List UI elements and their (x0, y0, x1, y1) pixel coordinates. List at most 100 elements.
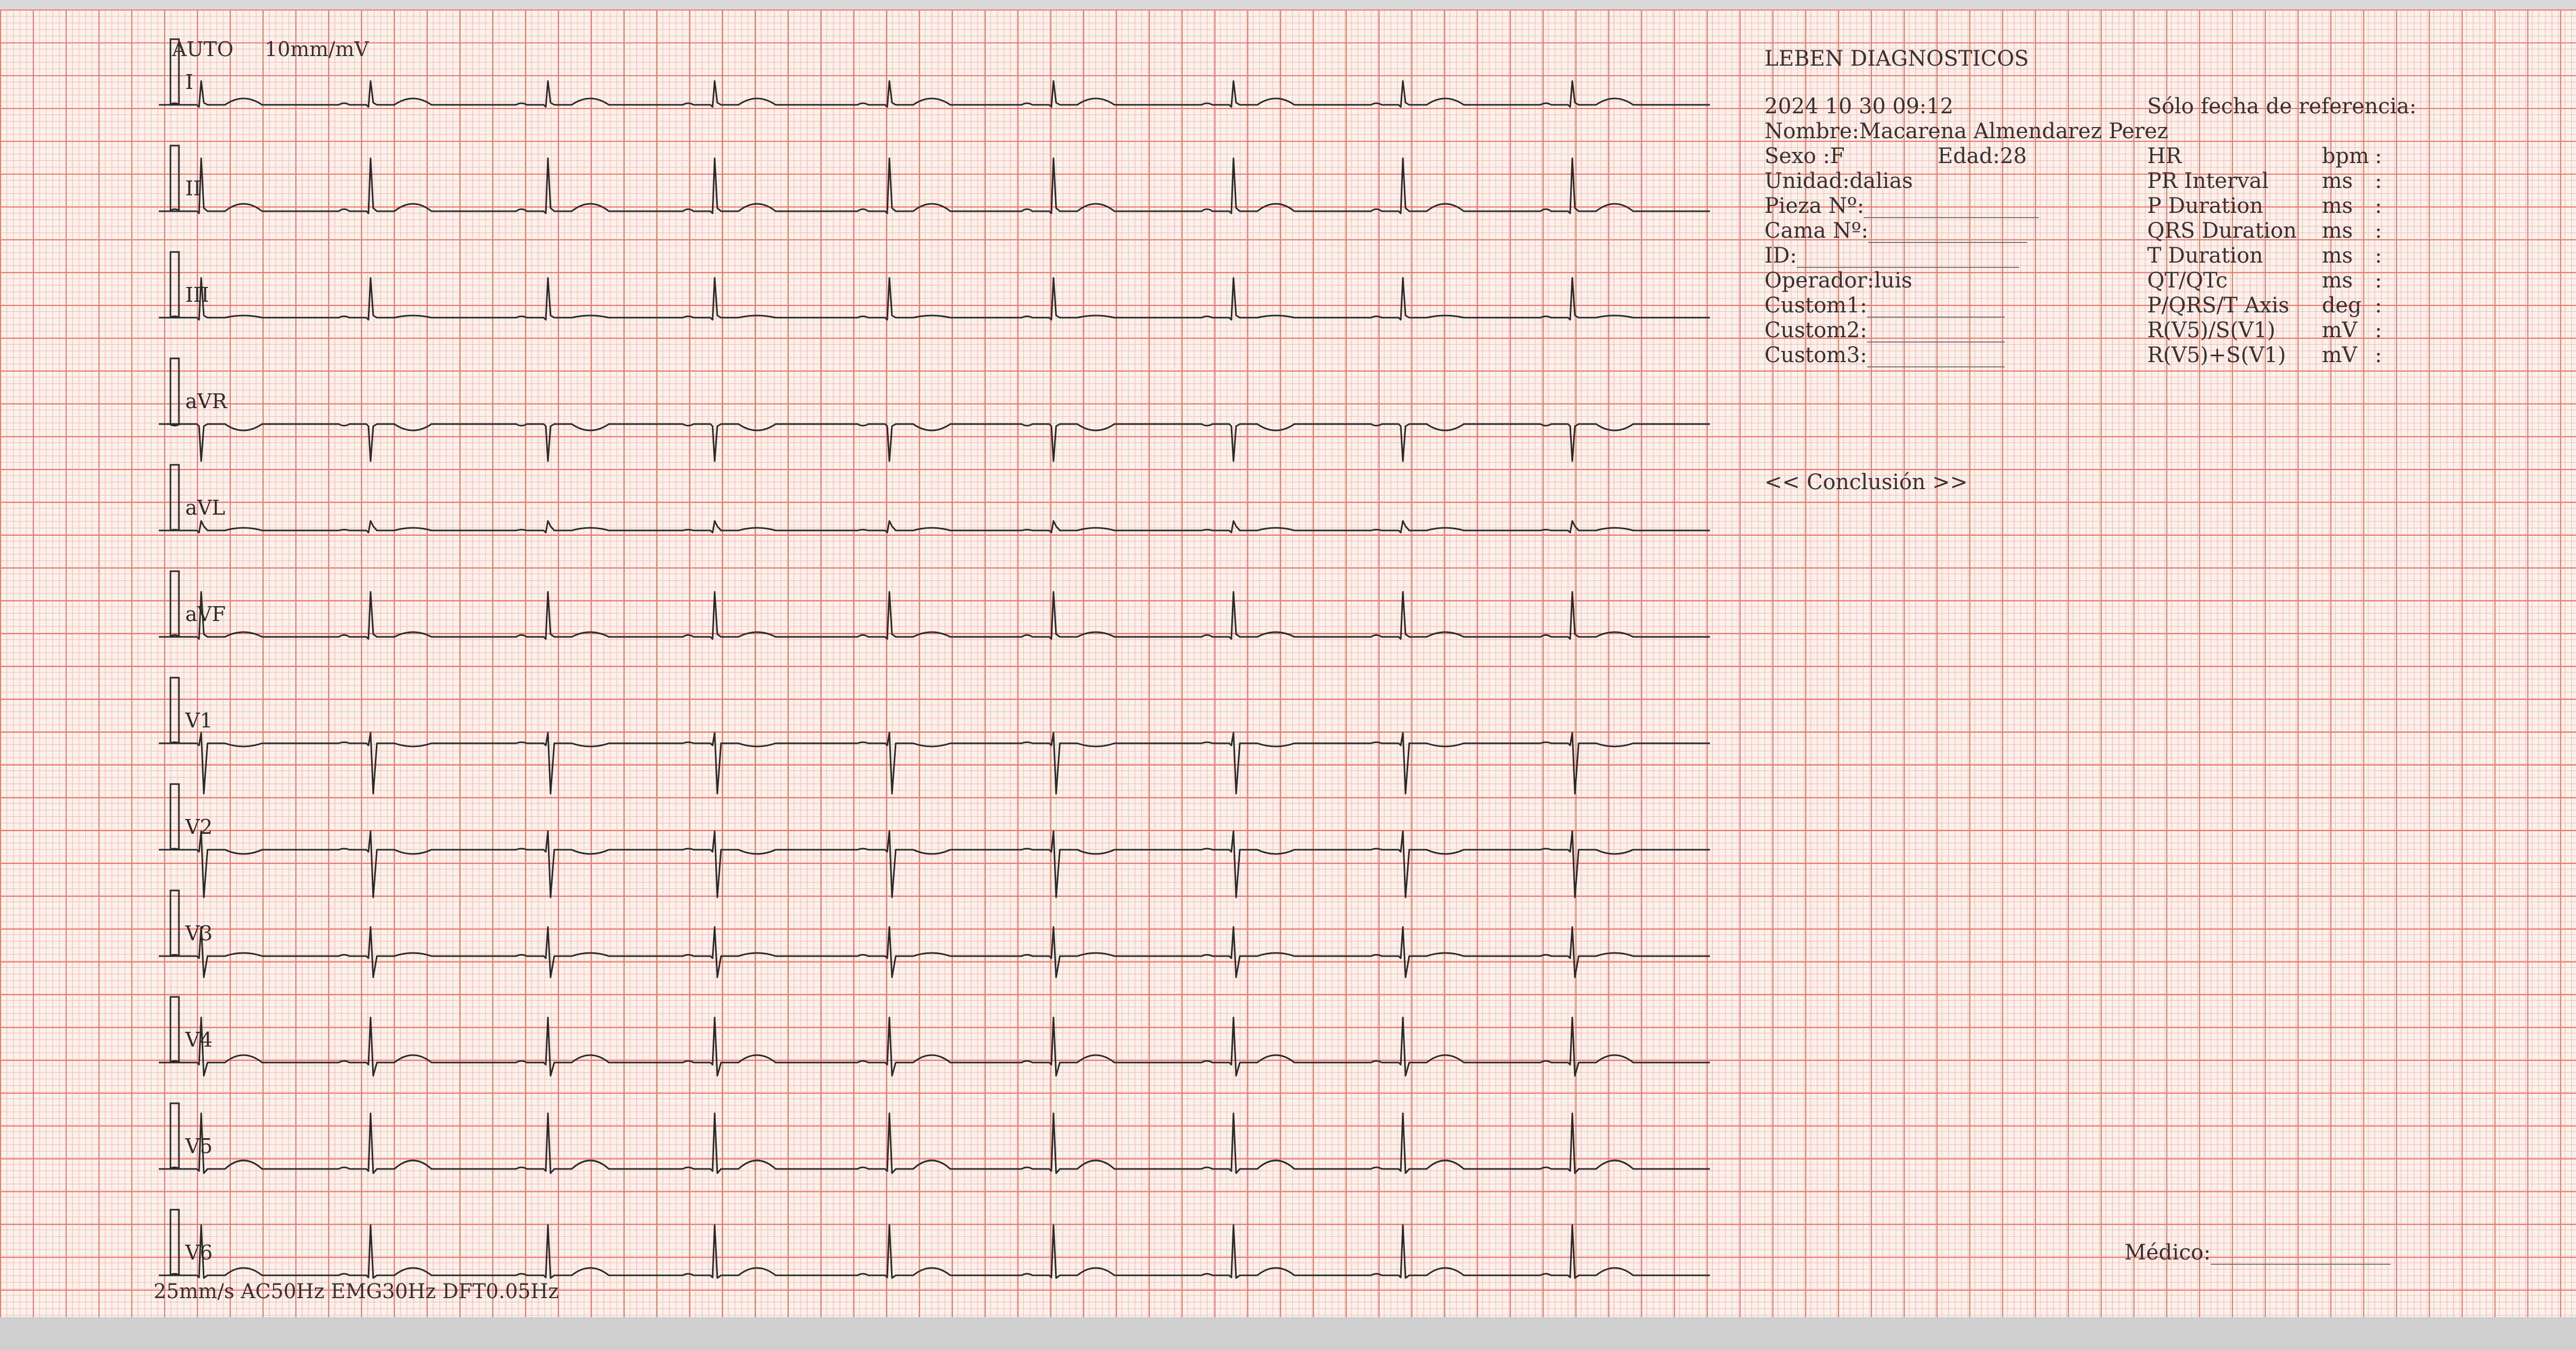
mode-label: AUTO (172, 38, 233, 61)
ecg-paper: I II III aVR aVL aVF V1 V2 V3 V4 V5 V6 AUTO 10mm/mV… (0, 10, 2576, 1317)
measurement-unit: ms (2322, 219, 2353, 243)
measurement-row: QRS Duration ms: (2147, 219, 2465, 243)
ecg-trace-v6 (168, 1224, 1710, 1279)
measurement-separator: : (2375, 169, 2382, 193)
ecg-trace-v2 (168, 830, 1710, 898)
measurement-name: P/QRS/T Axis (2147, 293, 2290, 318)
measurement-unit: ms (2322, 268, 2353, 293)
patient-age: Edad:28 (1938, 144, 2027, 168)
ecg-trace-v3 (168, 926, 1710, 978)
patient-id: ID: (1764, 244, 2020, 268)
lead-label: V5 (185, 1135, 213, 1158)
measurement-separator: : (2375, 244, 2382, 268)
doctor-label: Médico: (2124, 1240, 2211, 1265)
calibration-pulse (159, 145, 185, 212)
lead-label: aVL (185, 496, 225, 519)
measurement-row: P Duration ms: (2147, 194, 2465, 218)
ecg-trace-ii (168, 157, 1710, 214)
lead-label: V3 (185, 922, 213, 945)
patient-room: Pieza Nº: (1764, 194, 2039, 218)
patient-sex: Sexo :F (1764, 144, 1845, 168)
measurement-row: HR bpm: (2147, 144, 2465, 168)
custom1-field-line (1867, 317, 2005, 318)
measurement-row: PR Interval ms: (2147, 169, 2465, 193)
ecg-trace-avr (168, 423, 1710, 462)
measurement-unit: mV (2322, 343, 2357, 367)
lead-label: aVF (185, 602, 226, 626)
calibration-pulse (159, 783, 185, 851)
lead-label: III (185, 283, 209, 307)
measurement-name: R(V5)/S(V1) (2147, 318, 2276, 343)
measurement-unit: ms (2322, 244, 2353, 268)
measurement-row: R(V5)+S(V1) mV: (2147, 343, 2465, 367)
ecg-trace-i (168, 80, 1710, 108)
measurement-separator: : (2375, 144, 2382, 168)
calibration-pulse (159, 677, 185, 744)
doctor-signature: Médico: (2124, 1240, 2391, 1265)
measurement-separator: : (2375, 219, 2382, 243)
calibration-pulse (159, 1209, 185, 1276)
patient-unit: Unidad:dalias (1764, 169, 1913, 193)
ecg-trace-v5 (168, 1112, 1710, 1174)
custom1: Custom1: (1764, 293, 2005, 318)
lead-label: II (185, 177, 201, 200)
custom2-field-line (1867, 341, 2005, 343)
measurement-row: QT/QTc ms: (2147, 268, 2465, 293)
measurement-unit: deg (2322, 293, 2362, 318)
lead-label: I (185, 70, 193, 94)
measurement-name: QRS Duration (2147, 219, 2297, 243)
report-datetime: 2024 10 30 09:12 (1764, 94, 1954, 119)
custom3-label: Custom3: (1764, 343, 1867, 367)
id-field-line (1797, 267, 2020, 268)
measurement-separator: : (2375, 268, 2382, 293)
calibration-pulse (159, 464, 185, 532)
company-name: LEBEN DIAGNOSTICOS (1764, 47, 2029, 71)
calibration-pulse (159, 1102, 185, 1170)
custom3-field-line (1867, 366, 2005, 367)
calibration-pulse (159, 251, 185, 319)
measurement-name: QT/QTc (2147, 268, 2228, 293)
measurement-name: HR (2147, 144, 2182, 168)
room-field-line (1864, 217, 2039, 218)
footer-settings: 25mm/s AC50Hz EMG30Hz DFT0.05Hz (154, 1280, 559, 1303)
calibration-pulse (159, 996, 185, 1064)
lead-label: V6 (185, 1241, 213, 1264)
room-label: Pieza Nº: (1764, 194, 1865, 218)
id-label: ID: (1764, 244, 1797, 268)
gain-label: 10mm/mV (265, 38, 369, 61)
measurement-row: P/QRS/T Axis deg: (2147, 293, 2465, 318)
calibration-pulse (159, 570, 185, 638)
measurement-name: P Duration (2147, 194, 2264, 218)
lead-label: V1 (185, 709, 213, 732)
conclusion-label: << Conclusión >> (1764, 470, 1968, 494)
lead-label: aVR (185, 390, 228, 413)
custom1-label: Custom1: (1764, 293, 1867, 318)
measurement-separator: : (2375, 194, 2382, 218)
measurement-name: T Duration (2147, 244, 2263, 268)
patient-operator: Operador:luis (1764, 268, 1913, 293)
ecg-trace-avl (168, 520, 1710, 534)
custom3: Custom3: (1764, 343, 2005, 367)
ecg-trace-v1 (168, 732, 1710, 795)
measurement-unit: bpm (2322, 144, 2370, 168)
lead-label: V4 (185, 1028, 213, 1051)
bed-label: Cama Nº: (1764, 219, 1869, 243)
measurement-row: R(V5)/S(V1) mV: (2147, 318, 2465, 343)
calibration-pulse (159, 889, 185, 957)
measurement-separator: : (2375, 343, 2382, 367)
reference-note: Sólo fecha de referencia: (2147, 94, 2417, 119)
lead-label: V2 (185, 815, 213, 839)
patient-bed: Cama Nº: (1764, 219, 2028, 243)
measurement-name: PR Interval (2147, 169, 2269, 193)
doctor-field-line (2211, 1264, 2391, 1265)
measurement-unit: ms (2322, 169, 2353, 193)
calibration-pulse (159, 357, 185, 425)
custom2: Custom2: (1764, 318, 2005, 343)
measurement-separator: : (2375, 318, 2382, 343)
ecg-trace-iii (168, 277, 1710, 321)
measurement-unit: mV (2322, 318, 2357, 343)
measurement-unit: ms (2322, 194, 2353, 218)
patient-name: Nombre:Macarena Almendarez Perez (1764, 119, 2168, 143)
measurement-name: R(V5)+S(V1) (2147, 343, 2286, 367)
bed-field-line (1868, 242, 2028, 243)
